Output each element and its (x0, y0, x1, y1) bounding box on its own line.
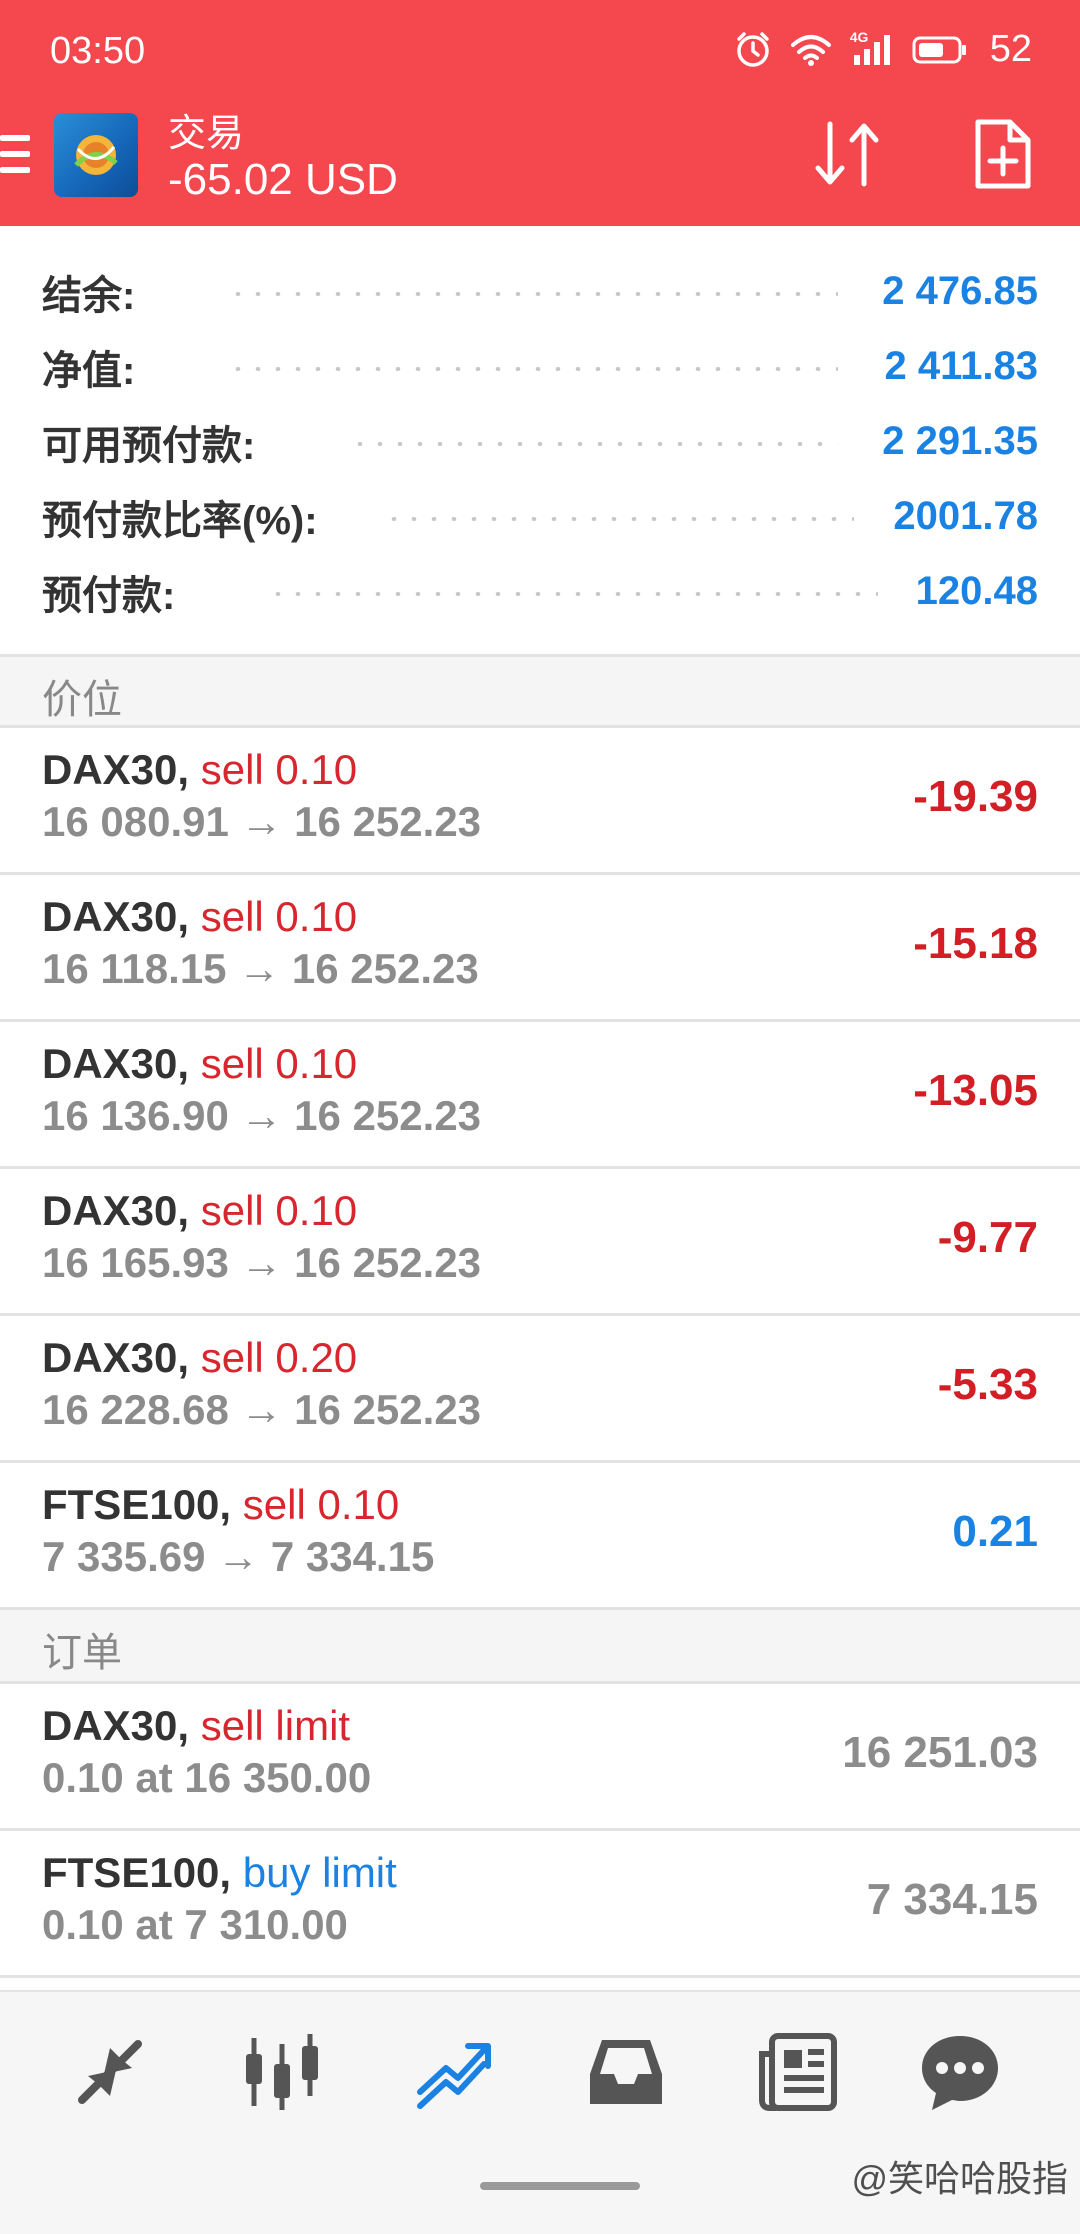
nav-charts[interactable] (232, 2022, 332, 2122)
trade-side: sell 0.10 (200, 1040, 358, 1087)
current-price: 7 334.15 (866, 1875, 1038, 1924)
nav-history[interactable] (576, 2022, 676, 2122)
orders-section-header: 订单 (0, 1610, 1080, 1684)
symbol: DAX30, (42, 1702, 190, 1749)
summary-label: 可用预付款: (42, 423, 256, 468)
network-type: 4G (849, 28, 869, 45)
profit-value: 0.21 (952, 1507, 1038, 1556)
order-detail: 0.10 at 16 350.00 (42, 1754, 372, 1801)
nav-news[interactable] (748, 2022, 848, 2122)
price-range: 16 228.68 → 16 252.23 (42, 1386, 482, 1433)
symbol: FTSE100, (42, 1849, 232, 1896)
margin-row: 预付款: 120.48 (0, 554, 1080, 629)
app-logo (54, 113, 138, 197)
trade-side: sell 0.10 (200, 1187, 358, 1234)
profit-value: -19.39 (913, 772, 1038, 821)
profit-value: -5.33 (937, 1360, 1038, 1409)
position-row[interactable]: DAX30, sell 0.10 16 118.15 → 16 252.23 -… (0, 875, 1080, 1022)
trade-side: sell 0.10 (242, 1481, 400, 1528)
total-profit: -65.02 USD (168, 155, 398, 204)
equity-row: 净值: 2 411.83 (0, 329, 1080, 404)
leader-dots (384, 516, 854, 521)
price-range: 16 080.91 → 16 252.23 (42, 798, 482, 845)
positions-section-header: 价位 (0, 654, 1080, 728)
home-indicator[interactable] (480, 2182, 640, 2190)
margin-level-row: 预付款比率(%): 2001.78 (0, 479, 1080, 554)
summary-value: 2 476.85 (882, 269, 1038, 313)
order-type: buy limit (242, 1849, 397, 1896)
summary-label: 预付款比率(%): (42, 498, 318, 543)
free-margin-row: 可用预付款: 2 291.35 (0, 404, 1080, 479)
price-range: 16 136.90 → 16 252.23 (42, 1092, 482, 1139)
trade-side: sell 0.10 (200, 893, 358, 940)
price-range: 16 118.15 → 16 252.23 (42, 945, 479, 992)
signal-icon: 4G (850, 29, 894, 67)
trade-side: sell 0.10 (200, 746, 358, 793)
price-range: 16 165.93 → 16 252.23 (42, 1239, 482, 1286)
price-range: 7 335.69 → 7 334.15 (42, 1533, 435, 1580)
symbol: DAX30, (42, 1334, 190, 1381)
summary-label: 净值: (42, 348, 136, 393)
battery-level: 52 (989, 28, 1032, 70)
battery-icon (912, 35, 968, 65)
profit-value: -13.05 (913, 1066, 1038, 1115)
order-detail: 0.10 at 7 310.00 (42, 1901, 348, 1948)
quotes-icon (78, 2040, 142, 2104)
trade-side: sell 0.20 (200, 1334, 358, 1381)
summary-label: 结余: (42, 273, 136, 318)
balance-row: 结余: 2 476.85 (0, 254, 1080, 329)
leader-dots (228, 366, 838, 371)
nav-quotes[interactable] (60, 2022, 160, 2122)
alarm-icon (734, 31, 772, 69)
leader-dots (350, 441, 838, 446)
symbol: FTSE100, (42, 1481, 232, 1528)
summary-value: 2 411.83 (884, 344, 1039, 388)
sort-icon (815, 121, 879, 187)
summary-value: 120.48 (915, 569, 1038, 613)
symbol: DAX30, (42, 746, 190, 793)
section-title: 订单 (42, 1631, 122, 1675)
current-price: 16 251.03 (842, 1728, 1038, 1777)
profit-value: -15.18 (913, 919, 1038, 968)
chart-icon (246, 2034, 318, 2110)
leader-dots (268, 591, 878, 596)
position-row[interactable]: DAX30, sell 0.10 16 136.90 → 16 252.23 -… (0, 1022, 1080, 1169)
status-time: 03:50 (50, 30, 146, 72)
position-row[interactable]: FTSE100, sell 0.10 7 335.69 → 7 334.15 0… (0, 1463, 1080, 1610)
section-title: 价位 (42, 678, 122, 722)
profit-value: -9.77 (937, 1213, 1038, 1262)
watermark: @笑哈哈股指 (851, 2158, 1068, 2199)
nav-chat[interactable] (910, 2022, 1010, 2122)
order-row[interactable]: DAX30, sell limit 0.10 at 16 350.00 16 2… (0, 1684, 1080, 1831)
app-header: 03:50 4G 52 交易 -65.02 USD (0, 0, 1080, 226)
account-summary: 结余: 2 476.85 净值: 2 411.83 可用预付款: 2 291.3… (0, 226, 1080, 654)
summary-value: 2 291.35 (882, 419, 1038, 463)
news-icon (759, 2033, 837, 2111)
menu-icon[interactable] (0, 135, 30, 183)
position-row[interactable]: DAX30, sell 0.10 16 080.91 → 16 252.23 -… (0, 728, 1080, 875)
bottom-navigation: @笑哈哈股指 (0, 1990, 1080, 2234)
leader-dots (228, 291, 838, 296)
summary-label: 预付款: (42, 573, 176, 618)
symbol: DAX30, (42, 1040, 190, 1087)
new-document-icon (975, 119, 1031, 189)
symbol: DAX30, (42, 893, 190, 940)
sort-button[interactable] (808, 118, 888, 195)
new-order-button[interactable] (972, 118, 1032, 195)
position-row[interactable]: DAX30, sell 0.10 16 165.93 → 16 252.23 -… (0, 1169, 1080, 1316)
nav-trade[interactable] (404, 2022, 504, 2122)
order-type: sell limit (200, 1702, 351, 1749)
order-row[interactable]: FTSE100, buy limit 0.10 at 7 310.00 7 33… (0, 1831, 1080, 1978)
position-row[interactable]: DAX30, sell 0.20 16 228.68 → 16 252.23 -… (0, 1316, 1080, 1463)
trade-icon (417, 2043, 491, 2109)
summary-value: 2001.78 (893, 494, 1038, 538)
chat-icon (922, 2036, 998, 2110)
wifi-icon (790, 33, 832, 67)
status-icons: 4G 52 (734, 28, 1032, 71)
symbol: DAX30, (42, 1187, 190, 1234)
page-title: 交易 (168, 113, 245, 155)
history-icon (590, 2040, 662, 2104)
